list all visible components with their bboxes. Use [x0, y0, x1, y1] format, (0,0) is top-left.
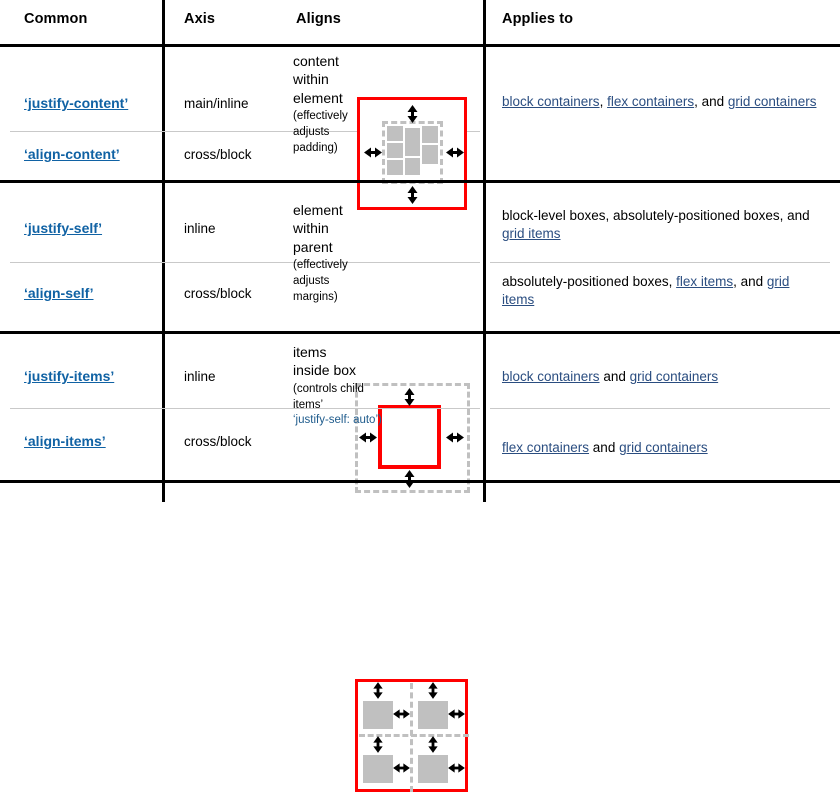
link-grid-containers[interactable]: grid containers: [728, 94, 817, 109]
content-block: [387, 143, 403, 158]
aligns-main-text: content within element: [293, 53, 343, 106]
content-block: [422, 126, 438, 143]
header-common: Common: [24, 11, 88, 27]
table-section-content: ‘justify-content’ main/inline ‘align-con…: [0, 47, 840, 210]
row-divider-light-right: [490, 131, 830, 132]
applies-sep: and: [599, 369, 630, 384]
aligns-note-text: (controls child items’: [293, 382, 364, 411]
aligns-note-code-text: ‘justify-self: auto’): [293, 414, 382, 427]
axis-value-align-items: cross/block: [184, 434, 252, 449]
axis-value-justify-self: inline: [184, 221, 216, 236]
aligns-main-text: items inside box: [293, 344, 357, 379]
link-grid-items[interactable]: grid items: [502, 226, 561, 241]
applies-text: block-level boxes, absolutely-positioned…: [502, 208, 810, 223]
link-grid-containers[interactable]: grid containers: [619, 440, 708, 455]
grid-item-block: [363, 701, 393, 729]
section-divider-rule: [0, 480, 840, 483]
applies-sep: and: [589, 440, 620, 455]
table-row: ‘justify-items’: [24, 367, 154, 386]
arrow-horizontal-icon: [447, 761, 466, 780]
applies-to-justify-items: block containers and grid containers: [502, 368, 824, 386]
property-link-justify-self[interactable]: ‘justify-self’: [24, 220, 102, 236]
arrow-horizontal-icon: [392, 707, 411, 726]
aligns-note-text: (effectively adjusts margins): [293, 259, 348, 303]
aligns-note-text: (effectively adjusts padding): [293, 110, 348, 154]
arrow-vertical-icon: [426, 735, 440, 759]
applies-to-align-self: absolutely-positioned boxes, flex items,…: [502, 273, 824, 309]
aligns-description-content: content within element (effectively adju…: [293, 52, 355, 156]
link-grid-containers[interactable]: grid containers: [630, 369, 719, 384]
grid-item-block: [363, 755, 393, 783]
arrow-vertical-top-icon: [405, 104, 420, 129]
items-inside-box-diagram: [355, 679, 473, 796]
applies-sep: , and: [694, 94, 728, 109]
table-header-row: Common Axis Aligns Applies to: [0, 0, 840, 44]
applies-to-justify-self: block-level boxes, absolutely-positioned…: [502, 207, 824, 243]
property-link-justify-content[interactable]: ‘justify-content’: [24, 95, 128, 111]
link-flex-items[interactable]: flex items: [676, 274, 733, 289]
table-section-items: ‘justify-items’ inline ‘align-items’ cro…: [0, 334, 840, 792]
table-row: ‘justify-self’: [24, 219, 154, 238]
axis-value-align-self: cross/block: [184, 286, 252, 301]
applies-sep: ,: [599, 94, 608, 109]
header-axis: Axis: [184, 11, 216, 27]
property-link-align-self[interactable]: ‘align-self’: [24, 285, 94, 301]
applies-to-content: block containers, flex containers, and g…: [502, 93, 824, 111]
content-block: [405, 158, 420, 175]
link-flex-containers[interactable]: flex containers: [502, 440, 589, 455]
arrow-horizontal-icon: [447, 707, 466, 726]
property-link-align-items[interactable]: ‘align-items’: [24, 433, 106, 449]
arrow-horizontal-icon: [392, 761, 411, 780]
content-block: [422, 145, 438, 164]
table-row: ‘justify-content’: [24, 94, 154, 113]
link-block-containers[interactable]: block containers: [502, 94, 600, 109]
row-divider-light-right: [490, 262, 830, 263]
header-applies-to: Applies to: [502, 11, 574, 27]
table-row: ‘align-self’: [24, 284, 154, 303]
link-block-containers[interactable]: block containers: [502, 369, 600, 384]
axis-value-justify-content: main/inline: [184, 96, 249, 111]
arrow-vertical-icon: [371, 681, 385, 705]
row-divider-light: [10, 262, 480, 263]
grid-item-block: [418, 701, 448, 729]
content-block: [387, 160, 403, 175]
header-aligns: Aligns: [296, 11, 341, 27]
row-divider-light: [10, 408, 480, 409]
aligns-main-text: element within parent: [293, 202, 343, 255]
axis-value-align-content: cross/block: [184, 147, 252, 162]
property-link-justify-items[interactable]: ‘justify-items’: [24, 368, 114, 384]
link-flex-containers[interactable]: flex containers: [607, 94, 694, 109]
applies-text: absolutely-positioned boxes,: [502, 274, 677, 289]
aligns-description-self: element within parent (effectively adjus…: [293, 201, 355, 305]
content-block: [405, 128, 420, 156]
arrow-vertical-icon: [371, 735, 385, 759]
arrow-horizontal-left-icon: [363, 145, 383, 165]
property-link-align-content[interactable]: ‘align-content’: [24, 146, 120, 162]
content-block: [387, 126, 403, 141]
row-divider-light-right: [490, 408, 830, 409]
alignment-properties-table: Common Axis Aligns Applies to ‘justify-c…: [0, 0, 840, 792]
grid-item-block: [418, 755, 448, 783]
applies-to-align-items: flex containers and grid containers: [502, 439, 824, 457]
applies-sep: , and: [733, 274, 767, 289]
aligns-description-items: items inside box (controls child items’ …: [293, 343, 382, 429]
table-row: ‘align-content’: [24, 145, 154, 164]
table-section-self: ‘justify-self’ inline ‘align-self’ cross…: [0, 183, 840, 493]
arrow-vertical-icon: [426, 681, 440, 705]
arrow-horizontal-right-icon: [445, 145, 465, 165]
table-row: ‘align-items’: [24, 432, 154, 451]
axis-value-justify-items: inline: [184, 369, 216, 384]
